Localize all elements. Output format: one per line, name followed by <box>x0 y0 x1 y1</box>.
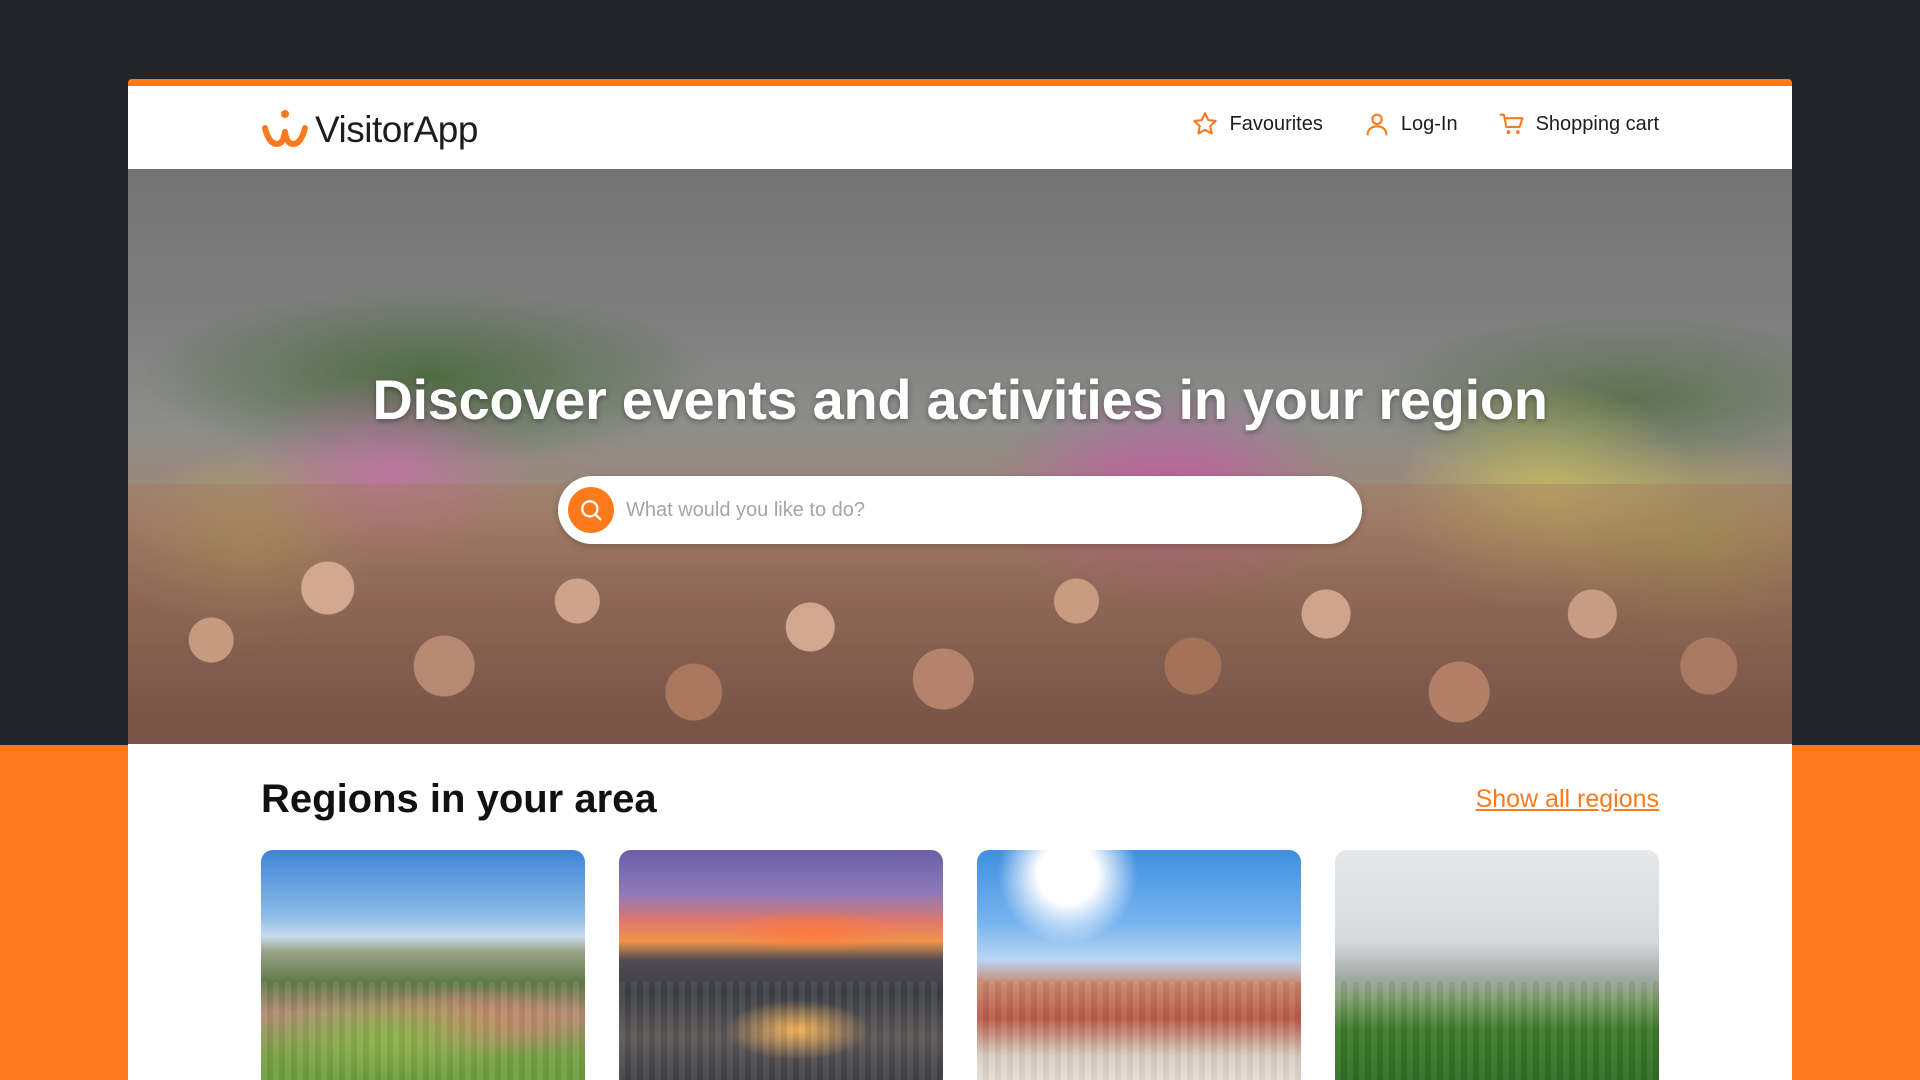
favourites-link[interactable]: Favourites <box>1191 110 1323 138</box>
region-card[interactable] <box>261 850 585 1080</box>
visitorapp-logo-icon <box>262 110 308 148</box>
regions-header: Regions in your area Show all regions <box>261 744 1659 850</box>
region-image <box>261 982 585 1080</box>
region-image <box>977 982 1301 1080</box>
user-icon <box>1366 113 1388 136</box>
regions-section: Regions in your area Show all regions <box>128 744 1792 1080</box>
shopping-cart-label: Shopping cart <box>1535 112 1659 135</box>
browser-window: VisitorApp Favourites Log-In Shopping ca… <box>128 79 1792 1080</box>
logo[interactable]: VisitorApp <box>261 106 478 154</box>
region-image <box>1335 982 1659 1080</box>
search-icon <box>581 500 602 521</box>
top-nav: Favourites Log-In Shopping cart <box>1191 110 1659 138</box>
favourites-label: Favourites <box>1229 112 1323 135</box>
star-icon <box>1193 112 1218 135</box>
region-cards <box>261 850 1659 1080</box>
region-card[interactable] <box>977 850 1301 1080</box>
search-button[interactable] <box>568 487 614 533</box>
hero-title: Discover events and activities in your r… <box>372 368 1548 431</box>
shopping-cart-link[interactable]: Shopping cart <box>1498 110 1659 138</box>
login-label: Log-In <box>1400 112 1458 135</box>
login-link[interactable]: Log-In <box>1363 110 1458 138</box>
show-all-regions-link[interactable]: Show all regions <box>1476 785 1659 814</box>
region-card[interactable] <box>1335 850 1659 1080</box>
hero-overlay <box>128 169 1792 744</box>
region-card[interactable] <box>619 850 943 1080</box>
cart-icon <box>1498 113 1524 135</box>
region-image <box>619 982 943 1080</box>
regions-title: Regions in your area <box>261 776 657 821</box>
app-name: VisitorApp <box>315 109 478 150</box>
hero-banner: Discover events and activities in your r… <box>128 169 1792 744</box>
search-input[interactable] <box>626 498 1326 522</box>
search-bar <box>558 476 1362 544</box>
top-bar: VisitorApp Favourites Log-In Shopping ca… <box>128 86 1792 169</box>
